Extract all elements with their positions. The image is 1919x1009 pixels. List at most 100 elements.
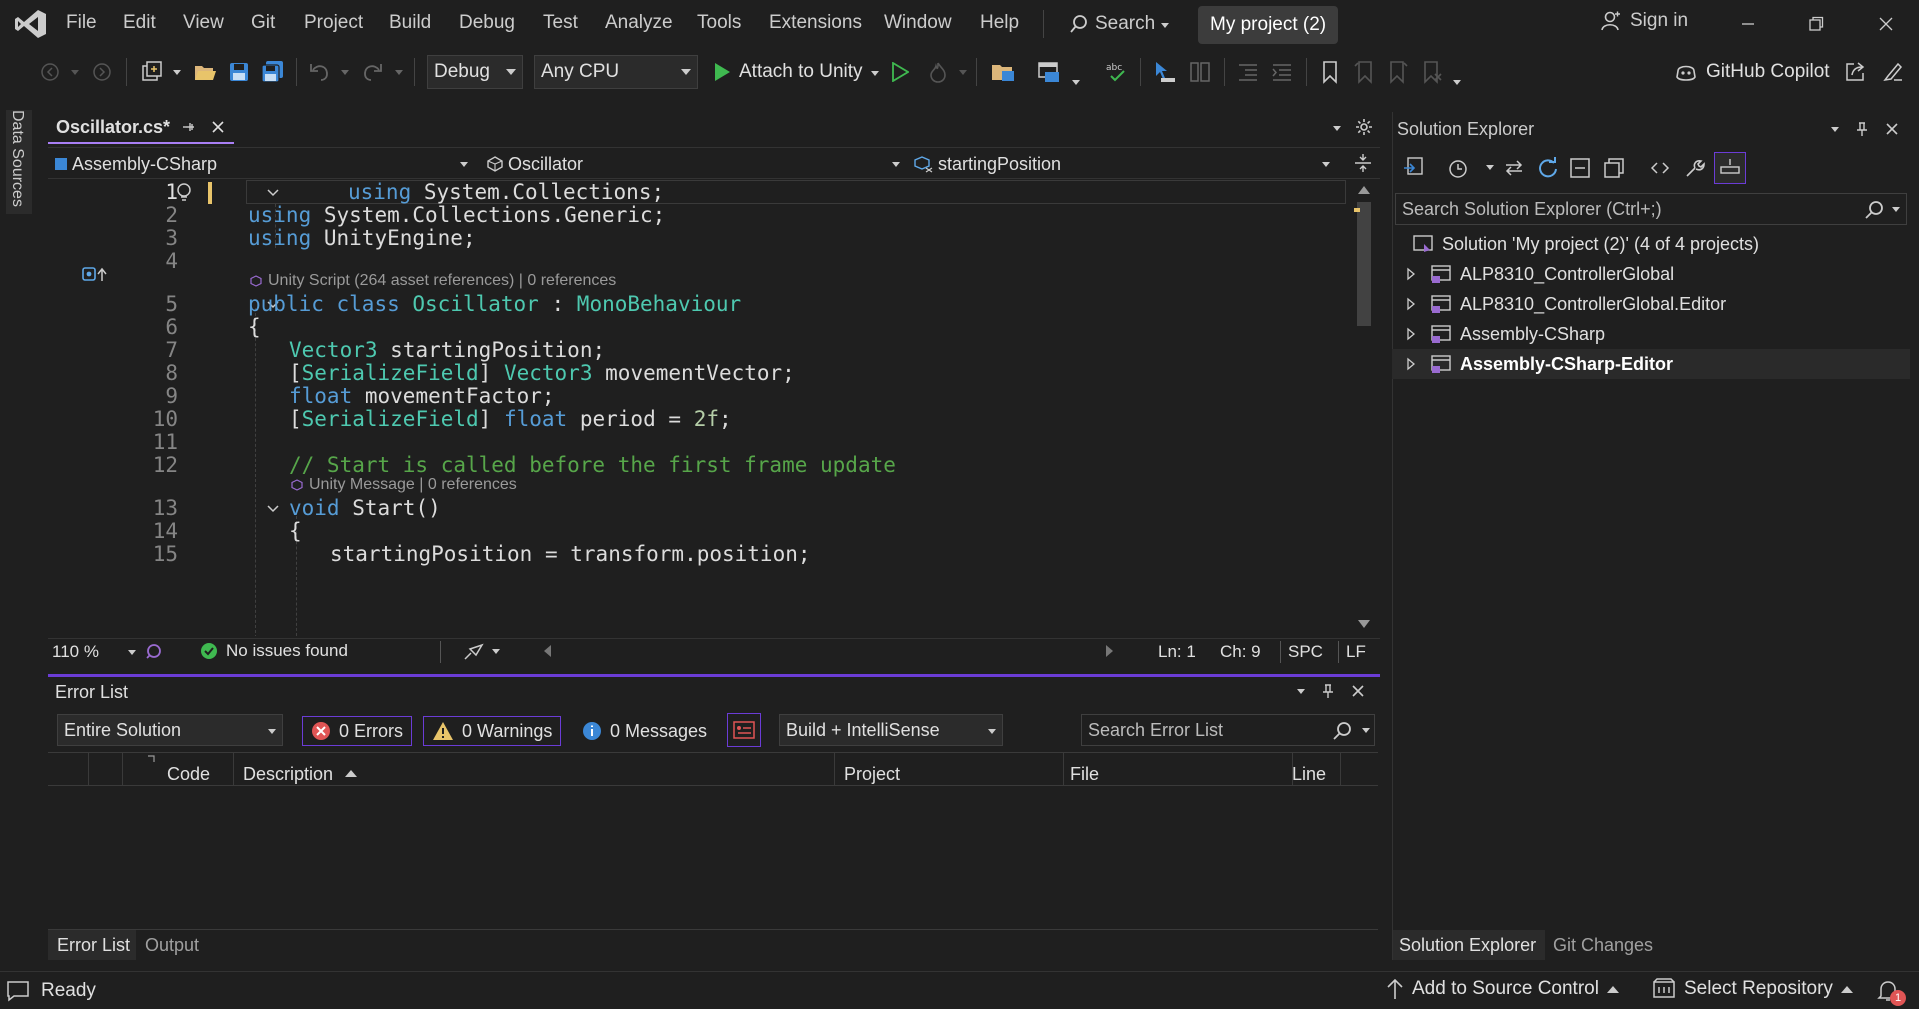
filter-open-documents-button[interactable]: [727, 713, 761, 747]
tab-list-dropdown-icon[interactable]: [1333, 126, 1341, 131]
github-copilot-button[interactable]: GitHub Copilot: [1674, 56, 1830, 88]
window-position-dropdown-icon[interactable]: [1831, 126, 1839, 132]
menu-build[interactable]: Build: [389, 12, 431, 34]
select-repository-button[interactable]: Select Repository: [1652, 978, 1853, 1000]
column-header-description[interactable]: Description: [243, 764, 333, 785]
show-all-files-icon[interactable]: [1600, 154, 1628, 182]
error-scope-dropdown[interactable]: Entire Solution: [57, 714, 283, 746]
menu-extensions[interactable]: Extensions: [769, 12, 862, 34]
messages-filter-button[interactable]: 0 Messages: [573, 716, 717, 746]
toolbar-overflow-icon[interactable]: [1453, 80, 1461, 85]
window-position-dropdown-icon[interactable]: [1297, 688, 1305, 694]
settings-gear-icon[interactable]: [1355, 118, 1373, 136]
project-name-badge[interactable]: My project (2): [1198, 6, 1339, 44]
codelens-class[interactable]: Unity Script (264 asset references) | 0 …: [250, 272, 616, 290]
tab-output[interactable]: Output: [145, 935, 199, 956]
menu-file[interactable]: File: [66, 12, 97, 34]
code-editor[interactable]: 1 2 3 4 5 6 7 8 9 10 11 12 13 14 15 usin…: [48, 180, 1350, 636]
menu-window[interactable]: Window: [884, 12, 952, 34]
column-indicator[interactable]: Ch: 9: [1220, 642, 1261, 662]
feedback-icon[interactable]: [1879, 58, 1907, 86]
code-cleanup-icon[interactable]: [144, 641, 164, 661]
collapse-icon[interactable]: [266, 502, 280, 516]
new-project-icon[interactable]: [138, 58, 166, 86]
solution-platform-dropdown[interactable]: Any CPU: [534, 55, 698, 89]
spell-check-icon[interactable]: abc: [1103, 58, 1131, 86]
clear-bookmarks-icon[interactable]: [1418, 58, 1446, 86]
menu-project[interactable]: Project: [304, 12, 363, 34]
close-tab-icon[interactable]: [210, 119, 226, 135]
search-error-list-input[interactable]: Search Error List: [1081, 714, 1375, 746]
tab-solution-explorer[interactable]: Solution Explorer: [1399, 935, 1536, 956]
whitespace-indicator[interactable]: SPC: [1288, 642, 1323, 662]
codelens-start[interactable]: Unity Message | 0 references: [291, 476, 517, 494]
minimize-button[interactable]: [1728, 8, 1768, 40]
scroll-down-arrow-icon[interactable]: [1358, 620, 1370, 628]
brush-icon[interactable]: [462, 641, 484, 661]
member-dropdown[interactable]: startingPosition: [908, 150, 1338, 178]
zoom-dropdown[interactable]: 110 %: [52, 641, 136, 663]
menu-tools[interactable]: Tools: [697, 12, 741, 34]
menu-edit[interactable]: Edit: [123, 12, 156, 34]
issues-indicator[interactable]: No issues found: [200, 641, 348, 661]
scroll-left-arrow-icon[interactable]: [544, 645, 551, 657]
next-bookmark-icon[interactable]: [1384, 58, 1412, 86]
project-dropdown[interactable]: Assembly-CSharp: [48, 150, 478, 178]
properties-wrench-icon[interactable]: [1680, 154, 1708, 182]
menu-view[interactable]: View: [183, 12, 224, 34]
tab-git-changes[interactable]: Git Changes: [1553, 935, 1653, 956]
attach-to-unity-button[interactable]: Attach to Unity: [713, 56, 879, 88]
notifications-button[interactable]: 1: [1876, 977, 1910, 1006]
visual-studio-logo-icon[interactable]: [14, 8, 48, 40]
save-all-icon[interactable]: [259, 58, 287, 86]
scrollbar-thumb[interactable]: [1357, 202, 1371, 326]
scroll-up-arrow-icon[interactable]: [1358, 186, 1370, 194]
column-header-file[interactable]: File: [1070, 764, 1099, 785]
tree-item-project[interactable]: ALP8310_ControllerGlobal: [1392, 259, 1910, 289]
increase-indent-icon[interactable]: [1268, 58, 1296, 86]
navigate-back-icon[interactable]: [36, 58, 64, 86]
tree-item-project[interactable]: ALP8310_ControllerGlobal.Editor: [1392, 289, 1910, 319]
pending-changes-filter-icon[interactable]: [1444, 154, 1472, 182]
close-panel-icon[interactable]: [1351, 684, 1365, 698]
scroll-right-arrow-icon[interactable]: [1106, 645, 1113, 657]
column-header-code[interactable]: Code: [167, 764, 210, 785]
navigate-forward-icon[interactable]: [88, 58, 116, 86]
refresh-icon[interactable]: [1534, 154, 1562, 182]
search-button[interactable]: Search: [1063, 8, 1175, 40]
open-folder-icon[interactable]: [191, 58, 219, 86]
expand-arrow-icon[interactable]: [1406, 267, 1416, 281]
collapse-all-icon[interactable]: [1566, 154, 1594, 182]
add-to-source-control-button[interactable]: Add to Source Control: [1386, 978, 1619, 1000]
start-without-debugging-icon[interactable]: [886, 58, 914, 86]
switch-views-icon[interactable]: [1400, 154, 1428, 182]
bookmark-icon[interactable]: [1316, 58, 1344, 86]
decrease-indent-icon[interactable]: [1234, 58, 1262, 86]
editor-vertical-scrollbar[interactable]: [1354, 180, 1374, 636]
close-window-button[interactable]: [1866, 8, 1906, 40]
sync-with-active-document-icon[interactable]: [1500, 154, 1528, 182]
pin-icon[interactable]: [1855, 121, 1869, 137]
pin-icon[interactable]: [1321, 683, 1335, 699]
hot-reload-icon[interactable]: [924, 58, 952, 86]
close-panel-icon[interactable]: [1885, 122, 1899, 136]
undo-icon[interactable]: [306, 58, 334, 86]
chat-bubble-icon[interactable]: [6, 980, 30, 1002]
preview-selected-items-icon[interactable]: [1714, 152, 1746, 184]
restore-button[interactable]: [1796, 8, 1836, 40]
share-icon[interactable]: [1841, 58, 1869, 86]
show-layout-icon[interactable]: [1186, 58, 1214, 86]
line-ending-indicator[interactable]: LF: [1346, 642, 1366, 662]
collapse-icon[interactable]: [266, 186, 280, 200]
split-window-icon[interactable]: [1354, 152, 1372, 174]
pin-icon[interactable]: [182, 119, 198, 135]
search-solution-explorer-input[interactable]: Search Solution Explorer (Ctrl+;): [1395, 193, 1907, 225]
menu-help[interactable]: Help: [980, 12, 1019, 34]
unity-script-glyph-icon[interactable]: [82, 265, 110, 283]
tree-item-project[interactable]: Assembly-CSharp: [1392, 319, 1910, 349]
document-tab-oscillator[interactable]: Oscillator.cs*: [48, 112, 235, 144]
select-element-icon[interactable]: [1151, 58, 1179, 86]
line-indicator[interactable]: Ln: 1: [1158, 642, 1196, 662]
previous-bookmark-icon[interactable]: [1350, 58, 1378, 86]
menu-analyze[interactable]: Analyze: [605, 12, 673, 34]
